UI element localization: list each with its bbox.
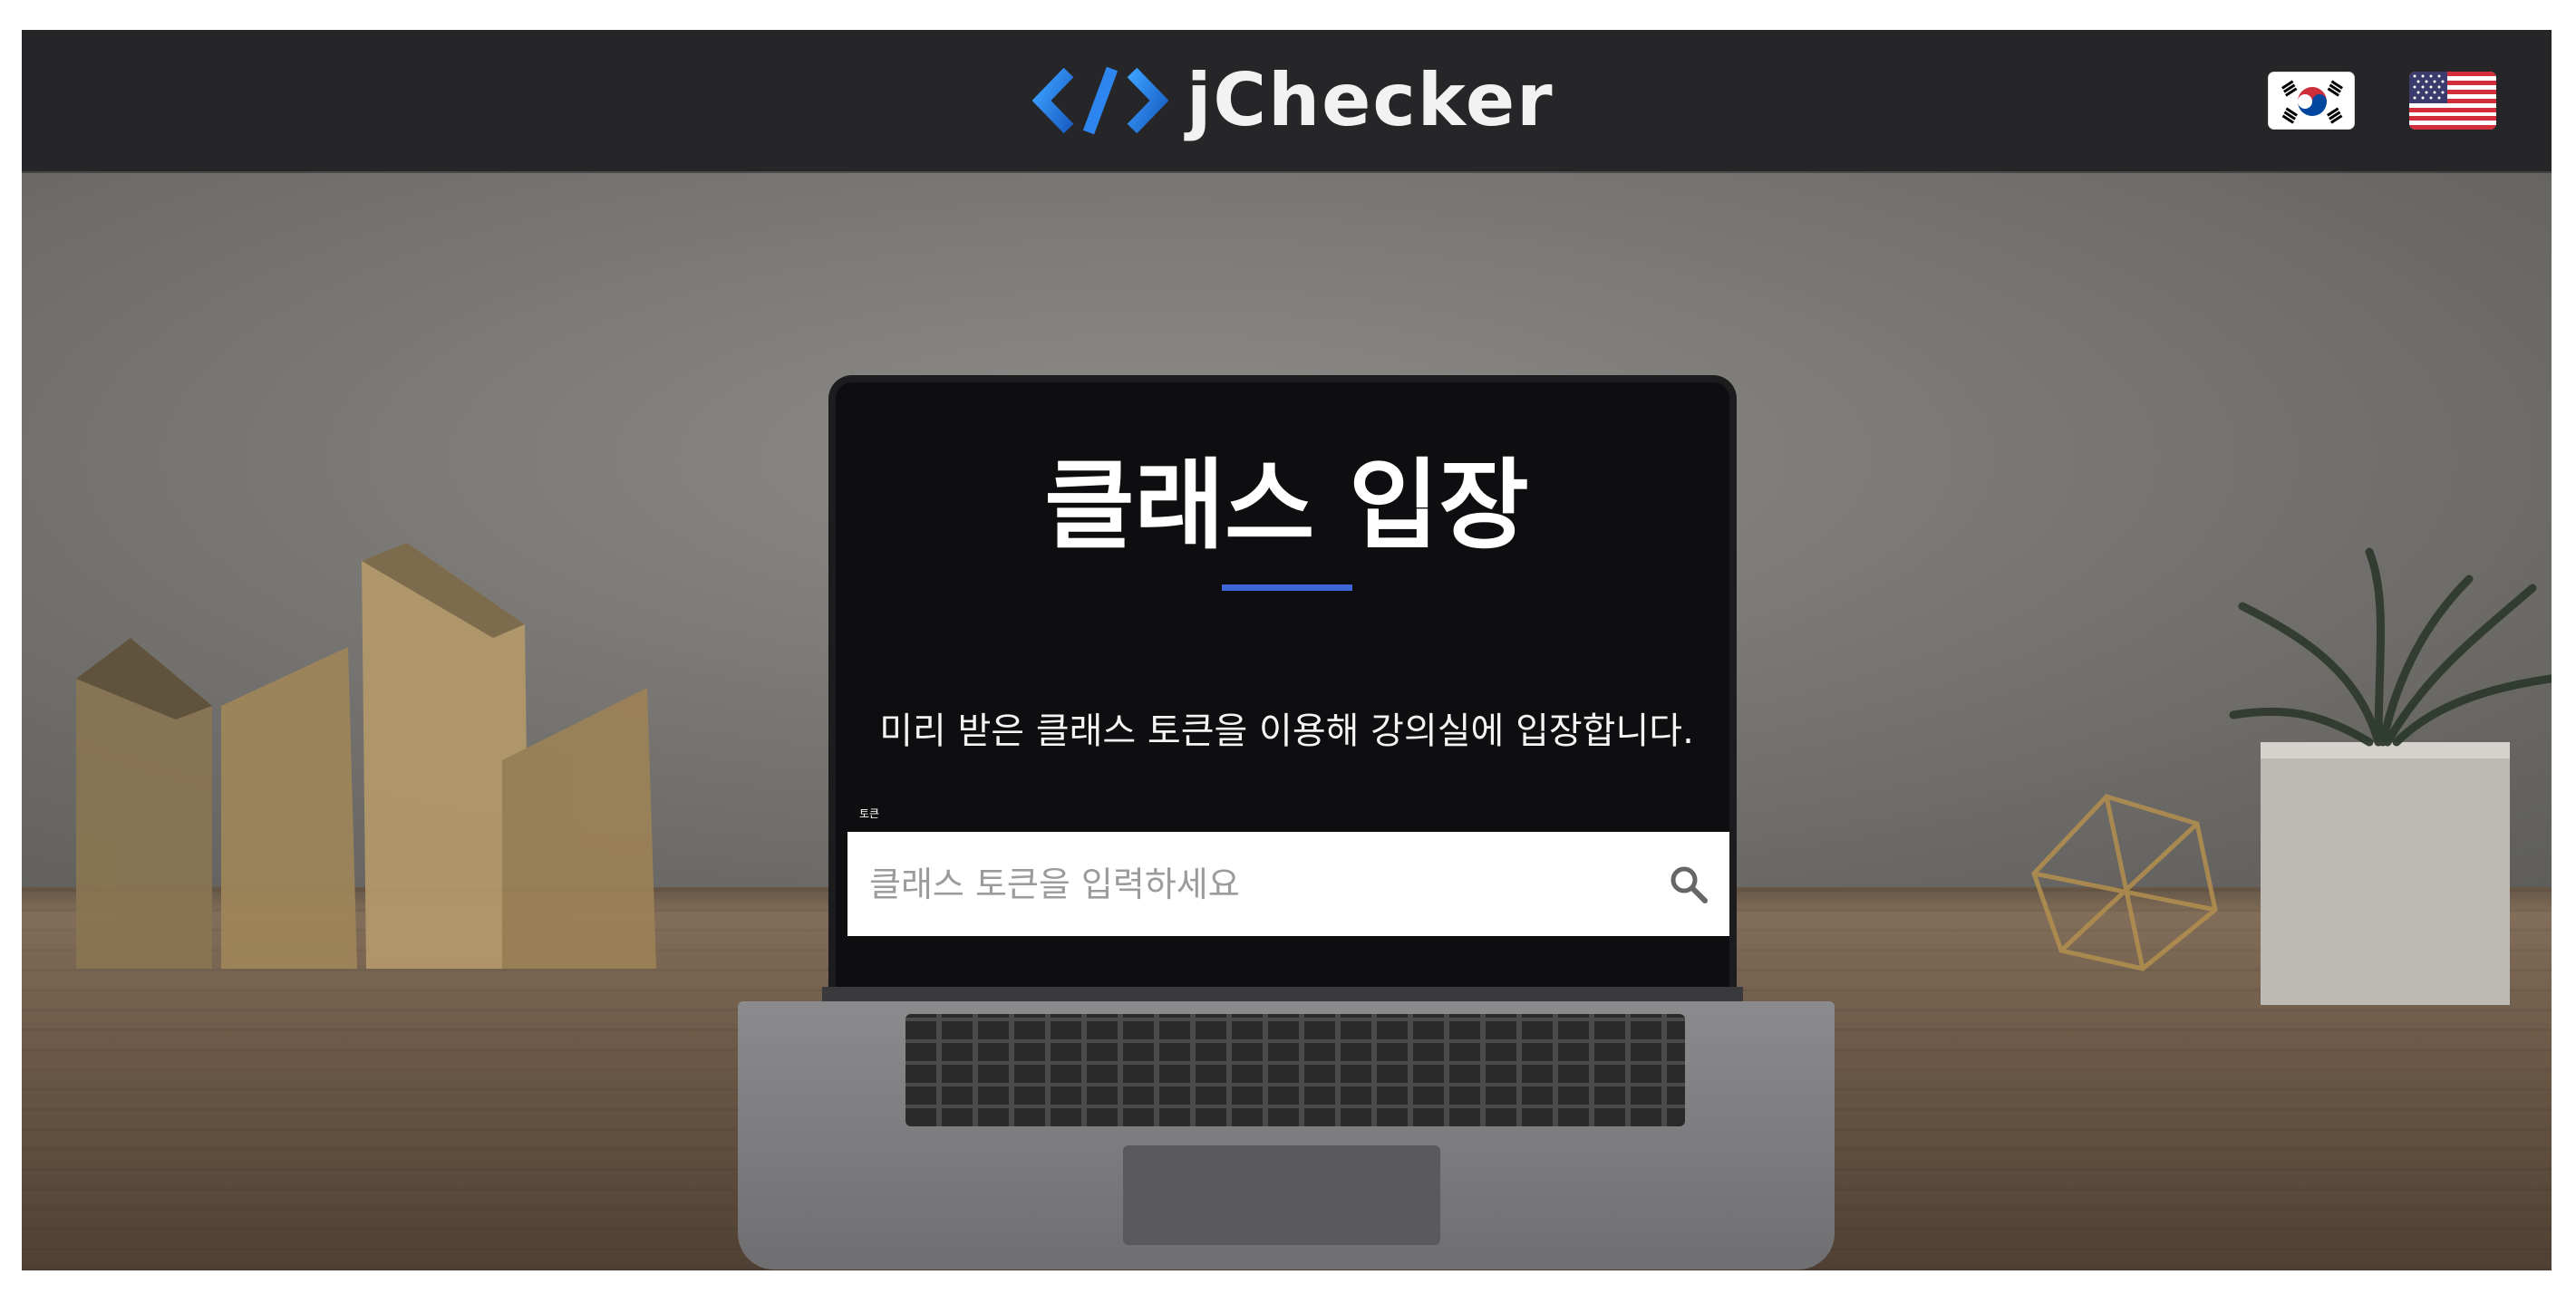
- geometric-ornament-decoration: [2031, 794, 2218, 971]
- token-search-box: [847, 832, 1729, 936]
- title-underline: [1222, 584, 1352, 591]
- laptop-keyboard-rows: [905, 1014, 1685, 1126]
- potted-plant-decoration: [2229, 547, 2552, 1005]
- top-navbar: jChecker: [22, 30, 2552, 171]
- token-input-label: 토큰: [859, 807, 880, 820]
- page-title: 클래스 입장: [1044, 449, 1529, 563]
- korea-flag-icon: [2269, 72, 2354, 129]
- page-description: 미리 받은 클래스 토큰을 이용해 강의실에 입장합니다.: [879, 710, 1694, 752]
- language-english-button[interactable]: [2409, 72, 2496, 130]
- search-icon: [1671, 866, 1708, 903]
- app-frame: jChecker 클래스 입장 미리 받은 클래스 토큰을 이용해 강의실에 입…: [22, 30, 2552, 1270]
- search-button[interactable]: [1667, 863, 1710, 906]
- hero-section: 클래스 입장 미리 받은 클래스 토큰을 이용해 강의실에 입장합니다. 토큰: [22, 171, 2552, 1270]
- logo[interactable]: jChecker: [1032, 57, 1554, 144]
- class-token-input[interactable]: [847, 832, 1729, 936]
- laptop-hinge: [822, 987, 1743, 1001]
- laptop-trackpad: [1123, 1145, 1440, 1245]
- code-brackets-icon: [1032, 66, 1168, 135]
- usa-flag-icon: [2409, 72, 2496, 130]
- logo-text: jChecker: [1186, 58, 1554, 142]
- language-korean-button[interactable]: [2268, 72, 2355, 130]
